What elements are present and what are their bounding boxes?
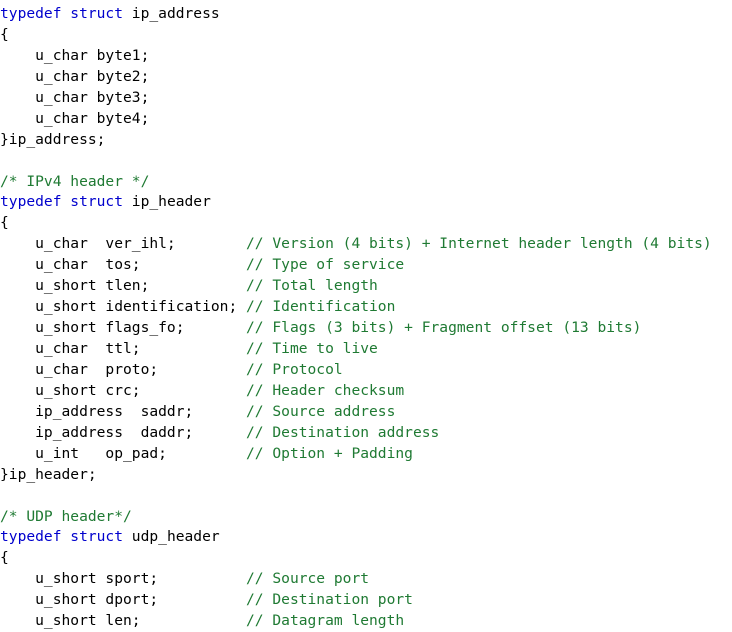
code-token-comment: // Identification bbox=[246, 298, 396, 316]
code-line: u_char ver_ihl; // Version (4 bits) + In… bbox=[0, 234, 732, 255]
code-token-comment: // Source port bbox=[246, 570, 370, 588]
code-line: u_char proto; // Protocol bbox=[0, 360, 732, 381]
code-token-plain: { bbox=[0, 214, 9, 232]
code-token-plain: { bbox=[0, 25, 9, 43]
code-line: u_char tos; // Type of service bbox=[0, 255, 732, 276]
code-line: u_short flags_fo; // Flags (3 bits) + Fr… bbox=[0, 318, 732, 339]
code-line: u_short crc; // Header checksum bbox=[0, 381, 732, 402]
code-token-plain: u_int op_pad; bbox=[0, 444, 247, 462]
code-line: u_short identification; // Identificatio… bbox=[0, 297, 732, 318]
code-token-comment: // Header checksum bbox=[246, 381, 405, 399]
code-token-plain: ip_address bbox=[123, 5, 220, 22]
code-token-plain: ip_header bbox=[123, 193, 211, 211]
code-token-comment: /* UDP header*/ bbox=[0, 507, 132, 525]
code-token-comment: /* IPv4 header */ bbox=[0, 172, 150, 190]
code-token-comment: // Time to live bbox=[246, 340, 378, 357]
code-token-plain: u_short len; bbox=[0, 612, 247, 630]
code-line: ip_address daddr; // Destination address bbox=[0, 423, 732, 444]
code-line: /* IPv4 header */ bbox=[0, 172, 732, 193]
code-token-comment: // Datagram length bbox=[246, 612, 405, 630]
code-token-plain: u_short sport; bbox=[0, 570, 247, 588]
code-token-plain: u_char byte4; bbox=[0, 109, 150, 127]
code-token-plain: u_short crc; bbox=[0, 381, 247, 399]
code-line: }ip_header; bbox=[0, 465, 732, 486]
code-token-comment: // Version (4 bits) + Internet header le… bbox=[246, 235, 712, 253]
code-token-plain: { bbox=[0, 549, 9, 567]
code-token-comment: // Protocol bbox=[246, 360, 343, 378]
code-line: u_int op_pad; // Option + Padding bbox=[0, 444, 732, 465]
code-listing[interactable]: typedef struct ip_address{ u_char byte1;… bbox=[0, 0, 732, 632]
code-token-comment: // Total length bbox=[246, 277, 378, 295]
code-token-keyword: typedef struct bbox=[0, 193, 124, 211]
code-token-plain: }ip_address; bbox=[0, 130, 106, 148]
code-token-plain: u_char byte1; bbox=[0, 46, 150, 64]
code-token-plain: u_short flags_fo; bbox=[0, 319, 247, 337]
code-line: }ip_address; bbox=[0, 130, 732, 151]
code-line: u_char byte4; bbox=[0, 109, 732, 130]
code-token-plain: }ip_header; bbox=[0, 465, 97, 483]
code-line: typedef struct udp_header bbox=[0, 527, 732, 548]
code-line: u_short dport; // Destination port bbox=[0, 590, 732, 611]
code-line: u_char byte3; bbox=[0, 88, 732, 109]
code-line: typedef struct ip_address bbox=[0, 4, 732, 25]
code-line: { bbox=[0, 25, 732, 46]
code-line: u_short tlen; // Total length bbox=[0, 276, 732, 297]
code-line: { bbox=[0, 213, 732, 234]
code-line: { bbox=[0, 548, 732, 569]
code-token-plain: u_short dport; bbox=[0, 591, 247, 609]
code-token-comment: // Option + Padding bbox=[246, 444, 413, 462]
code-token-comment: // Destination port bbox=[246, 591, 413, 609]
code-line: u_short sport; // Source port bbox=[0, 569, 732, 590]
code-token-plain: u_short tlen; bbox=[0, 277, 247, 295]
code-line: u_char byte2; bbox=[0, 67, 732, 88]
code-token-comment: // Destination address bbox=[246, 423, 440, 441]
code-token-keyword: typedef struct bbox=[0, 528, 124, 546]
code-token-plain: udp_header bbox=[123, 528, 220, 546]
code-token-comment: // Flags (3 bits) + Fragment offset (13 … bbox=[246, 319, 642, 337]
code-line: u_char ttl; // Time to live bbox=[0, 339, 732, 360]
code-token-plain: u_char tos; bbox=[0, 256, 247, 274]
code-token-comment: // Type of service bbox=[246, 256, 405, 274]
code-line: u_char byte1; bbox=[0, 46, 732, 67]
code-line: /* UDP header*/ bbox=[0, 507, 732, 528]
code-line: ip_address saddr; // Source address bbox=[0, 402, 732, 423]
code-token-comment: // Source address bbox=[246, 402, 396, 420]
code-viewport: typedef struct ip_address{ u_char byte1;… bbox=[0, 0, 732, 632]
code-token-keyword: typedef struct bbox=[0, 5, 124, 22]
code-line: u_short len; // Datagram length bbox=[0, 611, 732, 632]
code-token-plain: u_char proto; bbox=[0, 360, 247, 378]
code-line: typedef struct ip_header bbox=[0, 192, 732, 213]
code-token-plain: u_short identification; bbox=[0, 298, 247, 316]
code-token-plain: ip_address daddr; bbox=[0, 423, 247, 441]
code-token-plain: u_char ver_ihl; bbox=[0, 235, 247, 253]
code-token-plain: u_char ttl; bbox=[0, 340, 247, 357]
code-token-plain: u_char byte3; bbox=[0, 88, 150, 106]
code-token-plain: ip_address saddr; bbox=[0, 402, 247, 420]
code-token-plain: u_char byte2; bbox=[0, 67, 150, 85]
